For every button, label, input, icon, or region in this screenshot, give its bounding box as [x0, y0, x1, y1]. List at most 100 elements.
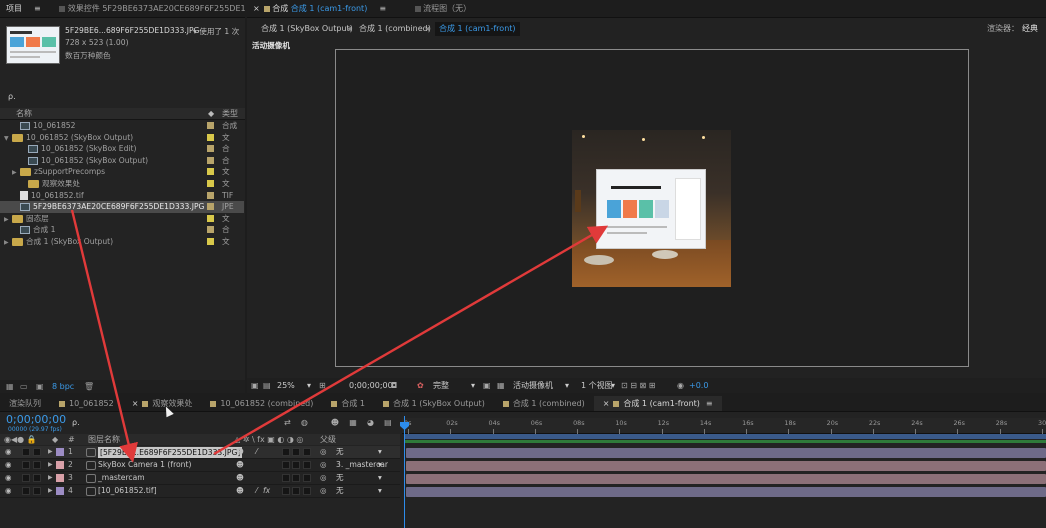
switch-boxes[interactable] — [282, 459, 311, 472]
switch-boxes[interactable] — [282, 446, 311, 459]
expand-layer-icon[interactable]: ▶ — [48, 485, 53, 498]
shy-switch-icon[interactable]: ☻ — [236, 485, 244, 498]
label-color-swatch[interactable] — [56, 474, 64, 482]
new-comp-icon[interactable]: ▣ — [36, 380, 44, 393]
expand-layer-icon[interactable]: ▶ — [48, 459, 53, 472]
label-color-swatch[interactable] — [207, 226, 214, 234]
project-item[interactable]: 10_061852 (SkyBox Output) 合 — [0, 155, 244, 167]
placed-ui-layer[interactable] — [596, 169, 706, 249]
layer-row[interactable]: ◉ ▶ 4 [10_061852.tif] ☻ ⁄ fx ◎ 无 ▾ — [0, 485, 400, 498]
timeline-tab[interactable]: 合成 1 (combined) — [494, 396, 594, 411]
close-icon[interactable]: × — [253, 4, 260, 13]
label-color-swatch[interactable] — [56, 487, 64, 495]
expand-toggle-icon[interactable]: ▶ — [4, 237, 12, 249]
close-icon[interactable]: × — [132, 399, 139, 408]
fx-switch-icon[interactable]: fx — [263, 485, 270, 498]
breadcrumb-item-current[interactable]: 合成 1 (cam1-front) — [435, 22, 520, 36]
breadcrumb-item[interactable]: 合成 1 (combined) — [359, 22, 431, 36]
parent-pickwhip-icon[interactable]: ◎ — [320, 485, 327, 498]
toggle-pixel-icon[interactable]: ⊡ ⊟ ⊠ ⊞ — [621, 378, 655, 393]
label-color-swatch[interactable] — [207, 180, 214, 187]
solo-toggle[interactable] — [22, 472, 30, 485]
shy-switch-icon[interactable]: ☻ — [236, 446, 244, 459]
camera-select[interactable]: 活动摄像机 — [513, 378, 553, 393]
column-name[interactable]: 名称 — [16, 108, 32, 120]
exposure-value[interactable]: +0.0 — [689, 378, 708, 393]
transparency-grid-icon[interactable]: ▦ — [497, 378, 505, 393]
menu-icon[interactable]: ≡ — [706, 399, 713, 408]
channel-icon[interactable]: ✿ — [417, 378, 424, 393]
snapshot-icon[interactable]: ◘ — [391, 378, 397, 393]
expand-layer-icon[interactable]: ▶ — [48, 446, 53, 459]
draft-3d-icon[interactable]: ◍ — [301, 418, 308, 427]
visibility-eye-icon[interactable]: ◉ — [5, 446, 12, 459]
column-layer-name[interactable]: 图层名称 — [88, 434, 120, 445]
parent-pickwhip-icon[interactable]: ◎ — [320, 472, 327, 485]
bpc-label[interactable]: 8 bpc — [52, 380, 74, 393]
lock-toggle[interactable] — [33, 459, 41, 472]
label-color-swatch[interactable] — [207, 133, 214, 141]
graph-editor-icon[interactable]: ▤ — [384, 418, 392, 427]
lock-toggle[interactable] — [33, 446, 41, 459]
layer-duration-bar[interactable] — [406, 447, 1046, 458]
lock-toggle[interactable] — [33, 485, 41, 498]
solo-toggle[interactable] — [22, 459, 30, 472]
layer-name[interactable]: SkyBox Camera 1 (front) — [98, 459, 191, 472]
menu-icon[interactable]: ≡ — [34, 4, 41, 13]
switch-boxes[interactable] — [282, 472, 311, 485]
label-color-swatch[interactable] — [56, 461, 64, 469]
safe-margins-icon[interactable]: ⊞ — [319, 378, 326, 393]
timeline-tab[interactable]: 10_061852 — [50, 396, 123, 411]
project-item[interactable]: 合成 1 合 — [0, 224, 244, 236]
project-item[interactable]: 观察效果处 文 — [0, 178, 244, 190]
tab-effect-controls[interactable]: 效果控件 5F29BE6373AE20CE689F6F255DE1D3 — [53, 0, 245, 17]
tab-project[interactable]: 项目 — [0, 0, 28, 17]
visibility-eye-icon[interactable]: ◉ — [5, 485, 12, 498]
label-color-swatch[interactable] — [207, 122, 214, 129]
frame-blend-icon[interactable]: ▦ — [349, 418, 357, 427]
time-ruler[interactable]: 0s02s04s06s08s10s12s14s16s18s20s22s24s26… — [402, 418, 1046, 434]
menu-icon[interactable]: ≡ — [379, 4, 386, 13]
project-item[interactable]: 10_061852 (SkyBox Edit) 合 — [0, 143, 244, 155]
always-preview-icon[interactable]: ▣ — [251, 378, 259, 393]
breadcrumb-item[interactable]: 合成 1 (SkyBox Output) — [261, 22, 353, 36]
renderer-value[interactable]: 经典 — [1022, 22, 1038, 36]
visibility-eye-icon[interactable]: ◉ — [5, 459, 12, 472]
timeline-search-icon[interactable]: ρ. — [72, 418, 80, 427]
label-color-swatch[interactable] — [207, 156, 214, 164]
switch-boxes[interactable] — [282, 485, 311, 498]
project-item[interactable]: ▶ zSupportPrecomps 文 — [0, 166, 244, 178]
label-color-swatch[interactable] — [56, 448, 64, 456]
label-color-swatch[interactable] — [207, 191, 214, 199]
playhead[interactable] — [404, 416, 405, 528]
parent-select[interactable]: 无 — [336, 472, 344, 485]
layer-row[interactable]: ◉ ▶ 3 _mastercam ☻ ◎ 无 ▾ — [0, 472, 400, 485]
solo-toggle[interactable] — [22, 446, 30, 459]
tab-composition[interactable]: × 合成 合成 1 (cam1-front) — [247, 0, 373, 17]
tab-flowchart[interactable]: 流程图（无） — [409, 0, 478, 17]
layer-duration-bar[interactable] — [406, 460, 1046, 471]
lock-toggle[interactable] — [33, 472, 41, 485]
project-item[interactable]: 10_061852 合成 — [0, 120, 244, 132]
project-item[interactable]: ▶ 合成 1 (SkyBox Output) 文 — [0, 236, 244, 248]
layer-name[interactable]: _mastercam — [98, 472, 145, 485]
timeline-tab[interactable]: 合成 1 (SkyBox Output) — [374, 396, 494, 411]
project-item[interactable]: 10_061852.tif TIF — [0, 190, 244, 202]
timecode-display[interactable]: 0;00;00;00 — [349, 378, 393, 393]
layer-row[interactable]: ◉ ▶ 2 SkyBox Camera 1 (front) ☻ ◎ 3. _masterc… — [0, 459, 400, 472]
exposure-icon[interactable]: ◉ — [677, 378, 684, 393]
timeline-tab[interactable]: × 合成 1 (cam1-front) ≡ — [593, 396, 722, 411]
layer-duration-bar[interactable] — [406, 473, 1046, 484]
timeline-tab[interactable]: 10_061852 (combined) — [201, 396, 322, 411]
layer-name[interactable]: [5F29BE...E689F6F255DE1D333.JPG] — [98, 447, 243, 458]
comp-flow-icon[interactable]: ⇄ — [284, 418, 291, 427]
layer-name[interactable]: [10_061852.tif] — [98, 485, 157, 498]
roi-icon[interactable]: ▣ — [483, 378, 491, 393]
solo-toggle[interactable] — [22, 485, 30, 498]
layer-duration-bar[interactable] — [406, 486, 1046, 497]
column-parent[interactable]: 父级 — [320, 434, 336, 445]
label-color-swatch[interactable] — [207, 145, 214, 153]
expand-layer-icon[interactable]: ▶ — [48, 472, 53, 485]
quality-select[interactable]: 完整 — [433, 378, 449, 393]
timeline-tab[interactable]: 合成 1 — [322, 396, 374, 411]
